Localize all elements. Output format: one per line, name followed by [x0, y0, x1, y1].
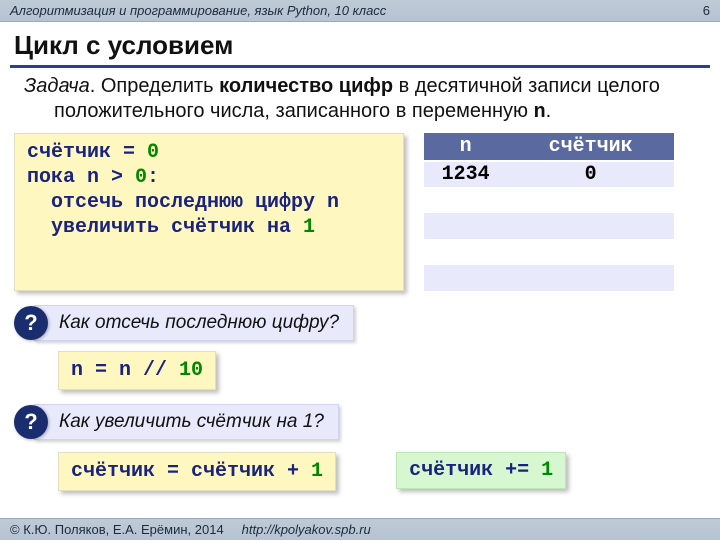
col-counter: счётчик [507, 133, 674, 161]
pseudo-line-4: увеличить счётчик на 1 [27, 215, 391, 240]
slide: Алгоритмизация и программирование, язык … [0, 0, 720, 540]
course-title: Алгоритмизация и программирование, язык … [10, 3, 386, 18]
page-number: 6 [703, 3, 710, 18]
table-row [424, 187, 674, 213]
question-1: ? Как отсечь последнюю цифру? [14, 305, 706, 341]
table-row: 12340 [424, 161, 674, 187]
snippet-3-box: счётчик += 1 [396, 452, 566, 489]
footer-url: http://kpolyakov.spb.ru [242, 522, 371, 537]
snippet-1-row: n = n // 10 [14, 351, 706, 390]
snippet-2-box: счётчик = счётчик + 1 [58, 452, 336, 491]
question-1-text: Как отсечь последнюю цифру? [34, 305, 354, 341]
table-row [424, 213, 674, 239]
question-2: ? Как увеличить счётчик на 1? [14, 404, 706, 440]
question-icon: ? [14, 405, 48, 439]
pseudo-line-1: счётчик = 0 [27, 140, 391, 165]
pseudo-line-3: отсечь последнюю цифру n [27, 190, 391, 215]
trace-table-wrap: n счётчик 12340 [424, 133, 706, 291]
col-n: n [424, 133, 507, 161]
copyright: © К.Ю. Поляков, Е.А. Ерёмин, 2014 [10, 522, 224, 537]
table-header-row: n счётчик [424, 133, 674, 161]
header-bar: Алгоритмизация и программирование, язык … [0, 0, 720, 22]
question-2-text: Как увеличить счётчик на 1? [34, 404, 339, 440]
task-label: Задача [24, 75, 90, 97]
pseudo-line-2: пока n > 0: [27, 165, 391, 190]
task-var: n [534, 101, 546, 124]
trace-table: n счётчик 12340 [424, 133, 674, 291]
snippet-row-2: счётчик = счётчик + 1 счётчик += 1 [14, 452, 706, 491]
table-row [424, 239, 674, 265]
row-code-table: счётчик = 0 пока n > 0: отсечь последнюю… [14, 133, 706, 291]
pseudocode-box: счётчик = 0 пока n > 0: отсечь последнюю… [14, 133, 404, 291]
content-area: Задача. Определить количество цифр в дес… [0, 74, 720, 491]
task-text: Задача. Определить количество цифр в дес… [24, 74, 696, 125]
title-rule [10, 65, 710, 68]
task-bold: количество цифр [219, 75, 393, 97]
footer-bar: © К.Ю. Поляков, Е.А. Ерёмин, 2014 http:/… [0, 518, 720, 540]
snippet-1-box: n = n // 10 [58, 351, 216, 390]
table-row [424, 265, 674, 291]
question-icon: ? [14, 306, 48, 340]
page-title: Цикл с условием [0, 22, 720, 65]
